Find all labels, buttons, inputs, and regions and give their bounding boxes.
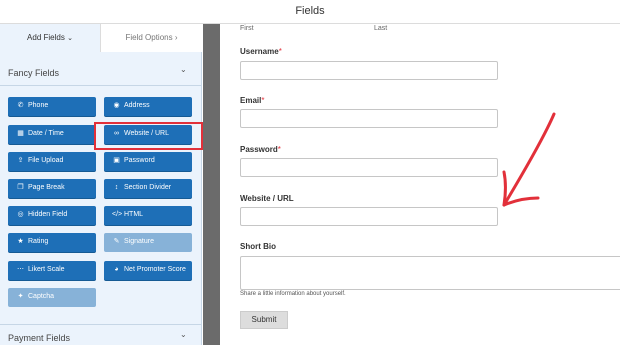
field-button-rating[interactable]: ★ Rating — [8, 233, 96, 252]
topbar-title: Fields — [295, 5, 325, 17]
star-icon: ★ — [17, 238, 24, 245]
password-label: Password* — [240, 145, 281, 154]
builder-topbar: Fields — [0, 0, 620, 24]
chevron-down-icon: ⌄ — [180, 65, 187, 74]
short-bio-help-text: Share a little information about yoursel… — [240, 291, 346, 297]
chevron-down-icon: ⌄ — [67, 35, 73, 42]
field-button-label: Net Promoter Score — [124, 266, 186, 273]
field-button-password[interactable]: ▣ Password — [104, 152, 192, 171]
required-marker: * — [261, 96, 265, 105]
panel-divider — [203, 24, 220, 345]
fancy-fields-label: Fancy Fields — [8, 68, 60, 78]
pencil-icon: ✎ — [113, 238, 120, 245]
code-icon: </> — [112, 211, 123, 218]
field-button-label: Page Break — [28, 184, 65, 191]
puzzle-icon: ✦ — [17, 293, 24, 300]
tab-add-fields-label: Add Fields — [27, 33, 65, 42]
password-input[interactable] — [240, 158, 498, 177]
field-button-label: HTML — [124, 211, 144, 218]
field-button-net-promoter-score[interactable]: ◕ Net Promoter Score — [104, 261, 192, 280]
field-button-label: Password — [124, 157, 155, 164]
field-button-captcha[interactable]: ✦ Captcha — [8, 288, 96, 307]
field-button-label: Date / Time — [28, 130, 64, 137]
field-button-label: Captcha — [28, 293, 55, 300]
field-button-label: Likert Scale — [28, 266, 65, 273]
field-button-label: Rating — [28, 238, 49, 245]
website-url-label: Website / URL — [240, 194, 294, 203]
tab-field-options-label: Field Options — [125, 33, 173, 42]
sidebar-tabs: Add Fields ⌄ Field Options › — [0, 24, 202, 52]
field-button-likert-scale[interactable]: ⋯ Likert Scale — [8, 261, 96, 280]
field-button-hidden-field[interactable]: ◎ Hidden Field — [8, 206, 96, 225]
website-url-highlight-box — [94, 122, 203, 150]
username-label: Username* — [240, 47, 282, 56]
arrows-icon: ↕ — [114, 184, 119, 191]
field-button-label: Phone — [28, 102, 49, 109]
field-button-label: Address — [124, 102, 150, 109]
payment-fields-header[interactable]: Payment Fields ⌄ — [0, 324, 202, 345]
required-marker: * — [277, 145, 281, 154]
field-button-address[interactable]: ◉ Address — [104, 97, 192, 116]
tab-field-options[interactable]: Field Options › — [100, 24, 202, 52]
field-button-page-break[interactable]: ❐ Page Break — [8, 179, 96, 198]
field-button-html[interactable]: </> HTML — [104, 206, 192, 225]
field-button-phone[interactable]: ✆ Phone — [8, 97, 96, 116]
copy-icon: ❐ — [17, 184, 24, 191]
field-button-date-time[interactable]: ▦ Date / Time — [8, 125, 96, 144]
fields-sidebar: Add Fields ⌄ Field Options › Fancy Field… — [0, 24, 202, 345]
annotation-arrow — [502, 112, 556, 207]
field-button-signature[interactable]: ✎ Signature — [104, 233, 192, 252]
short-bio-textarea[interactable] — [240, 256, 620, 290]
dots-icon: ⋯ — [17, 266, 24, 273]
chevron-right-icon: › — [174, 33, 178, 42]
gauge-icon: ◕ — [114, 266, 119, 273]
phone-icon: ✆ — [17, 102, 24, 109]
payment-fields-label: Payment Fields — [8, 333, 71, 343]
required-marker: * — [278, 47, 282, 56]
upload-icon: ⇪ — [17, 157, 24, 164]
calendar-icon: ▦ — [17, 130, 24, 137]
field-button-label: Hidden Field — [28, 211, 68, 218]
website-url-input[interactable] — [240, 207, 498, 226]
chevron-down-icon: ⌄ — [180, 330, 187, 339]
map-marker-icon: ◉ — [113, 102, 120, 109]
name-first-sublabel: First — [240, 25, 254, 32]
field-button-file-upload[interactable]: ⇪ File Upload — [8, 152, 96, 171]
email-input[interactable] — [240, 109, 498, 128]
short-bio-label: Short Bio — [240, 242, 276, 251]
submit-button[interactable]: Submit — [240, 311, 288, 329]
field-button-label: Signature — [124, 238, 154, 245]
username-input[interactable] — [240, 61, 498, 80]
lock-icon: ▣ — [113, 157, 120, 164]
name-last-sublabel: Last — [374, 25, 388, 32]
eye-slash-icon: ◎ — [17, 211, 24, 218]
field-button-label: File Upload — [28, 157, 64, 164]
email-label: Email* — [240, 96, 265, 105]
field-button-section-divider[interactable]: ↕ Section Divider — [104, 179, 192, 198]
field-button-label: Section Divider — [124, 184, 172, 191]
fancy-fields-header[interactable]: Fancy Fields ⌄ — [0, 60, 202, 86]
tab-add-fields[interactable]: Add Fields ⌄ — [0, 24, 100, 52]
